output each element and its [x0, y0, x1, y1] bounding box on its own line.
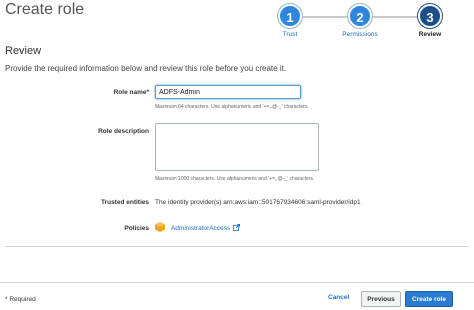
step-review: 3 Review	[400, 4, 460, 38]
role-description-label: Role description	[98, 128, 149, 135]
step-number: 3	[418, 4, 442, 28]
trusted-entities-value: The identity provider(s) arn:aws:iam::50…	[155, 199, 361, 206]
policies-label: Policies	[124, 225, 149, 232]
step-label: Review	[418, 31, 442, 38]
trusted-entities-label: Trusted entities	[100, 199, 149, 206]
page-title: Create role	[5, 1, 85, 18]
policy-link-administratoraccess[interactable]: AdministratorAccess	[171, 225, 230, 232]
external-link-icon[interactable]	[233, 224, 240, 231]
role-name-input[interactable]	[155, 85, 301, 99]
role-name-label: Role name*	[113, 89, 149, 96]
footer-divider	[0, 282, 474, 283]
step-trust[interactable]: 1 Trust	[260, 4, 320, 38]
wizard-stepper: 1 Trust 2 Permissions 3 Review	[260, 4, 460, 42]
policy-cube-icon	[155, 222, 165, 232]
cancel-button[interactable]: Cancel	[328, 294, 349, 301]
section-heading: Review	[5, 45, 42, 57]
step-number: 1	[278, 4, 302, 28]
create-role-button[interactable]: Create role	[405, 291, 453, 307]
step-permissions[interactable]: 2 Permissions	[330, 4, 390, 38]
required-note: * Required	[5, 296, 36, 303]
role-description-input[interactable]	[155, 123, 319, 171]
role-name-hint: Maximum 64 characters. Use alphanumeric …	[155, 104, 309, 110]
role-description-hint: Maximum 1000 characters. Use alphanumeri…	[155, 176, 315, 182]
content-divider	[5, 246, 469, 247]
step-label: Trust	[282, 31, 298, 38]
previous-button[interactable]: Previous	[361, 291, 401, 307]
step-number: 2	[348, 4, 372, 28]
intro-text: Provide the required information below a…	[5, 64, 287, 73]
step-label: Permissions	[342, 31, 378, 38]
